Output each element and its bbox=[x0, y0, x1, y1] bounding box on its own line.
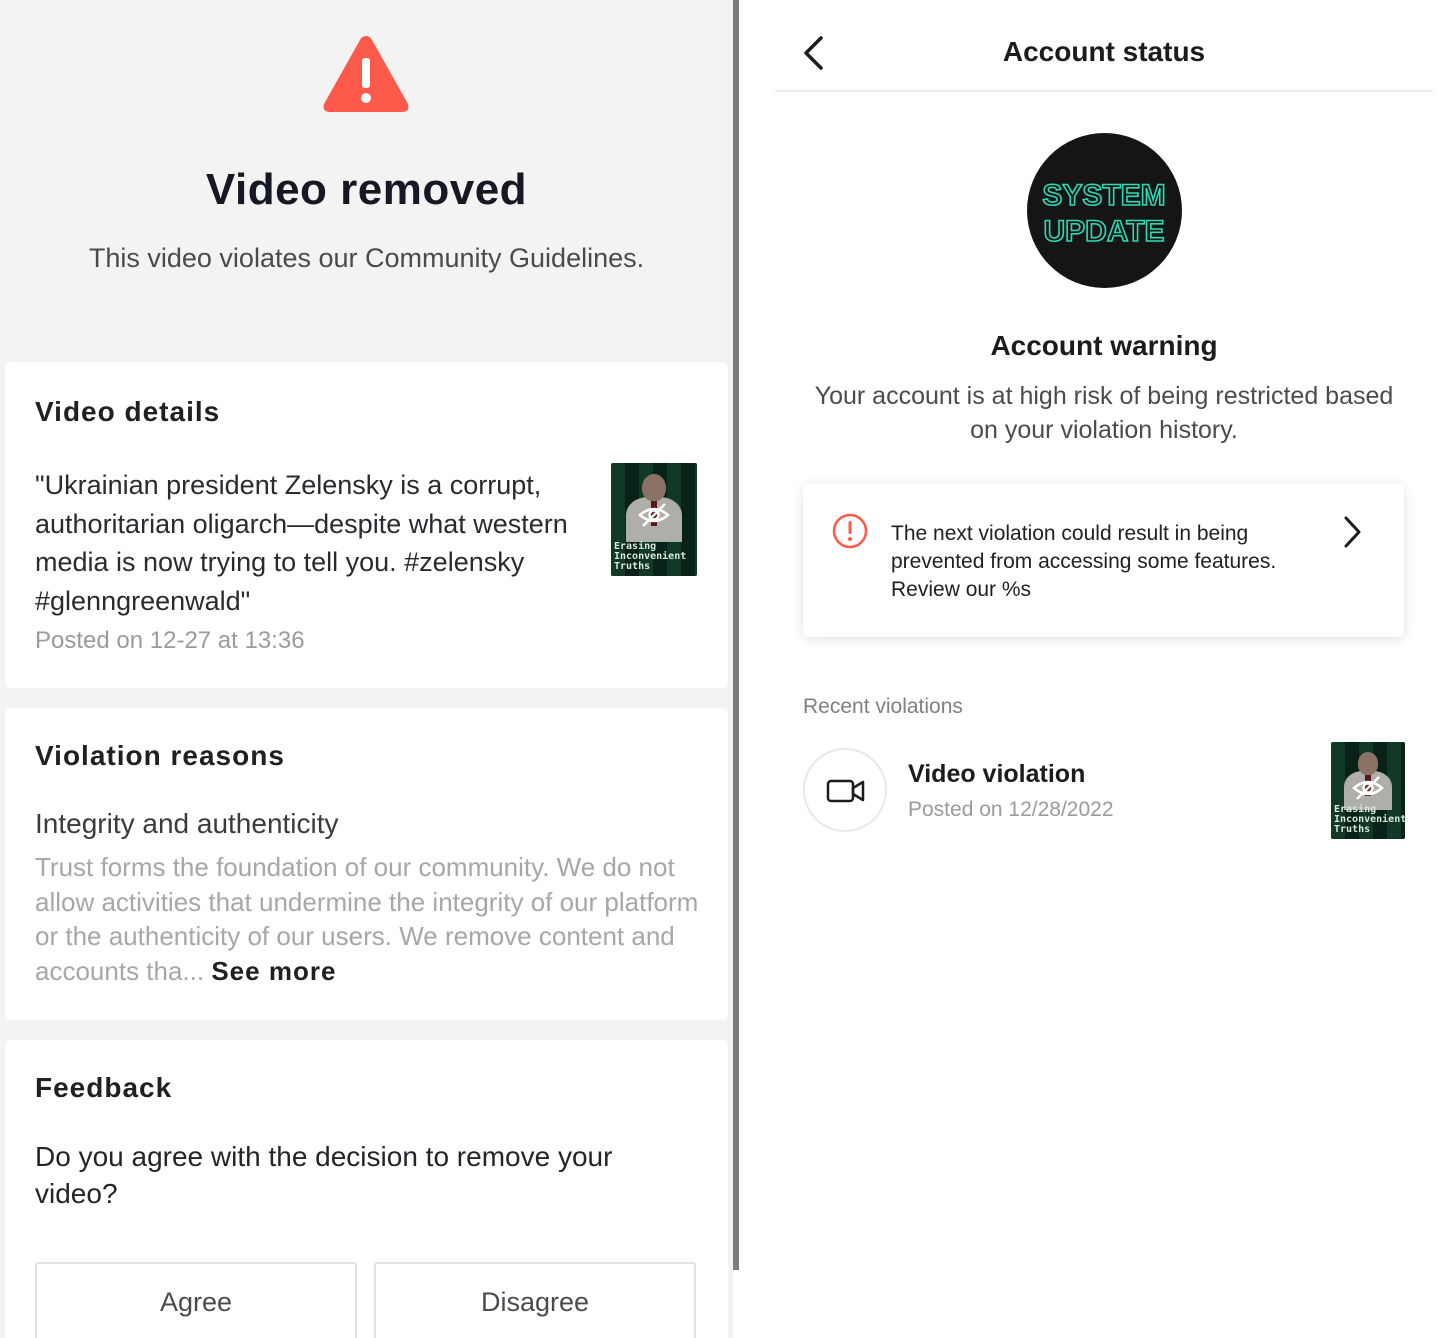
see-more-link[interactable]: See more bbox=[211, 956, 336, 986]
video-details-heading: Video details bbox=[35, 396, 221, 427]
system-update-logo: SYSTEM UPDATE bbox=[1042, 178, 1167, 249]
violation-description: Trust forms the foundation of our commun… bbox=[35, 850, 705, 988]
video-posted-date: Posted on 12-27 at 13:36 bbox=[35, 627, 305, 654]
disagree-button[interactable]: Disagree bbox=[374, 1262, 696, 1338]
eye-slash-icon bbox=[638, 503, 670, 528]
badge-text-top: SYSTEM bbox=[1042, 179, 1165, 212]
nav-title: Account status bbox=[1002, 36, 1206, 67]
violation-description-text: Trust forms the foundation of our commun… bbox=[35, 852, 699, 986]
violation-reasons-card: Violation reasons Integrity and authenti… bbox=[5, 708, 728, 1020]
removal-header: Video removed This video violates our Co… bbox=[0, 0, 733, 355]
system-update-avatar: SYSTEM UPDATE bbox=[1027, 133, 1182, 288]
feedback-card: Feedback Do you agree with the decision … bbox=[5, 1040, 728, 1338]
video-details-card: Video details "Ukrainian president Zelen… bbox=[5, 362, 728, 688]
account-warning-text: Your account is at high risk of being re… bbox=[814, 382, 1394, 444]
violation-notice-card[interactable]: The next violation could result in being… bbox=[803, 484, 1404, 637]
violation-reasons-heading: Violation reasons bbox=[35, 740, 285, 771]
account-warning-title: Account warning bbox=[990, 330, 1218, 361]
chevron-right-icon bbox=[1344, 516, 1361, 548]
nav-divider bbox=[775, 90, 1433, 92]
violation-category: Integrity and authenticity bbox=[35, 808, 339, 839]
badge-text-bottom: UPDATE bbox=[1043, 215, 1164, 248]
agree-button[interactable]: Agree bbox=[35, 1262, 357, 1338]
alert-circle-icon bbox=[832, 513, 868, 549]
video-removed-panel: Video removed This video violates our Co… bbox=[0, 0, 733, 1338]
violation-title: Video violation bbox=[908, 760, 1086, 788]
violation-list-item[interactable]: Video violation Posted on 12/28/2022 Era… bbox=[803, 742, 1407, 840]
violation-date: Posted on 12/28/2022 bbox=[908, 798, 1114, 821]
video-thumbnail[interactable]: Erasing Inconvenient Truths bbox=[611, 463, 697, 576]
eye-slash-icon bbox=[1352, 775, 1384, 800]
account-status-panel: Account status SYSTEM UPDATE Account war… bbox=[739, 0, 1456, 1338]
violation-thumbnail: Erasing Inconvenient Truths bbox=[1331, 742, 1405, 839]
page-subtitle: This video violates our Community Guidel… bbox=[88, 243, 645, 273]
thumbnail-caption: Erasing Inconvenient Truths bbox=[614, 541, 687, 572]
video-description: "Ukrainian president Zelensky is a corru… bbox=[35, 470, 568, 616]
thumbnail-caption: Erasing Inconvenient Truths bbox=[1334, 804, 1405, 835]
violation-notice-text: The next violation could result in being… bbox=[891, 522, 1277, 601]
video-camera-icon bbox=[826, 779, 865, 803]
page-title: Video removed bbox=[205, 165, 528, 214]
video-violation-icon-wrap bbox=[803, 748, 887, 832]
feedback-heading: Feedback bbox=[35, 1072, 173, 1103]
recent-violations-label: Recent violations bbox=[803, 695, 963, 718]
top-nav: Account status bbox=[739, 0, 1456, 92]
feedback-question: Do you agree with the decision to remove… bbox=[35, 1141, 613, 1209]
warning-triangle-icon bbox=[323, 36, 409, 112]
